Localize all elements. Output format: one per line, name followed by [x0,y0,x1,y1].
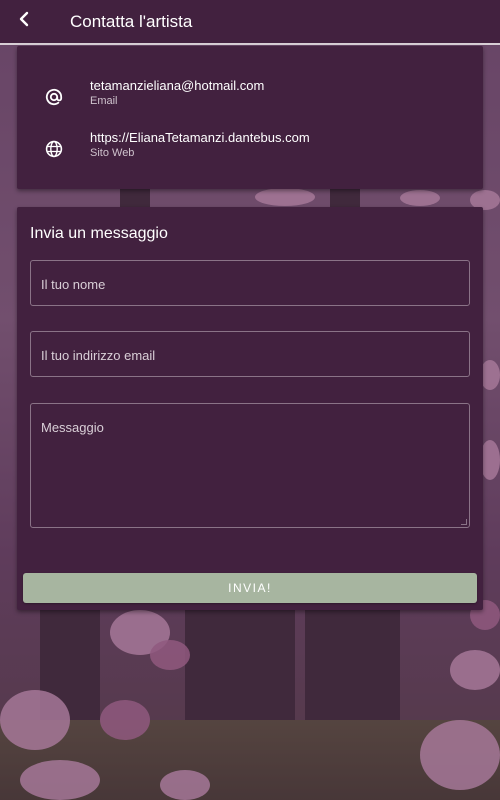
name-input[interactable]: Il tuo nome [30,260,470,306]
contact-website-label: Sito Web [90,147,135,159]
send-button[interactable]: INVIA! [23,573,477,603]
email-input[interactable]: Il tuo indirizzo email [30,331,470,377]
chevron-left-icon [17,11,31,32]
contact-email-label: Email [90,95,118,107]
contact-email-row[interactable]: tetamanzieliana@hotmail.com Email [17,78,483,118]
name-input-placeholder: Il tuo nome [41,277,106,292]
email-input-placeholder: Il tuo indirizzo email [41,348,156,363]
message-form-card: Invia un messaggio Il tuo nome Il tuo in… [17,207,483,610]
contact-info-card: tetamanzieliana@hotmail.com Email https:… [17,46,483,189]
contact-email-value: tetamanzieliana@hotmail.com [90,78,265,93]
resize-handle-icon[interactable] [461,519,467,525]
app-bar: Contatta l'artista [0,0,500,45]
message-form-title: Invia un messaggio [30,225,168,242]
contact-website-row[interactable]: https://ElianaTetamanzi.dantebus.com Sit… [17,130,483,170]
message-textarea[interactable]: Messaggio [30,403,470,528]
message-textarea-placeholder: Messaggio [41,420,104,435]
back-button[interactable] [0,0,48,44]
globe-icon [43,138,65,160]
contact-website-value: https://ElianaTetamanzi.dantebus.com [90,130,310,145]
page-title: Contatta l'artista [70,11,193,31]
at-sign-icon [43,86,65,108]
